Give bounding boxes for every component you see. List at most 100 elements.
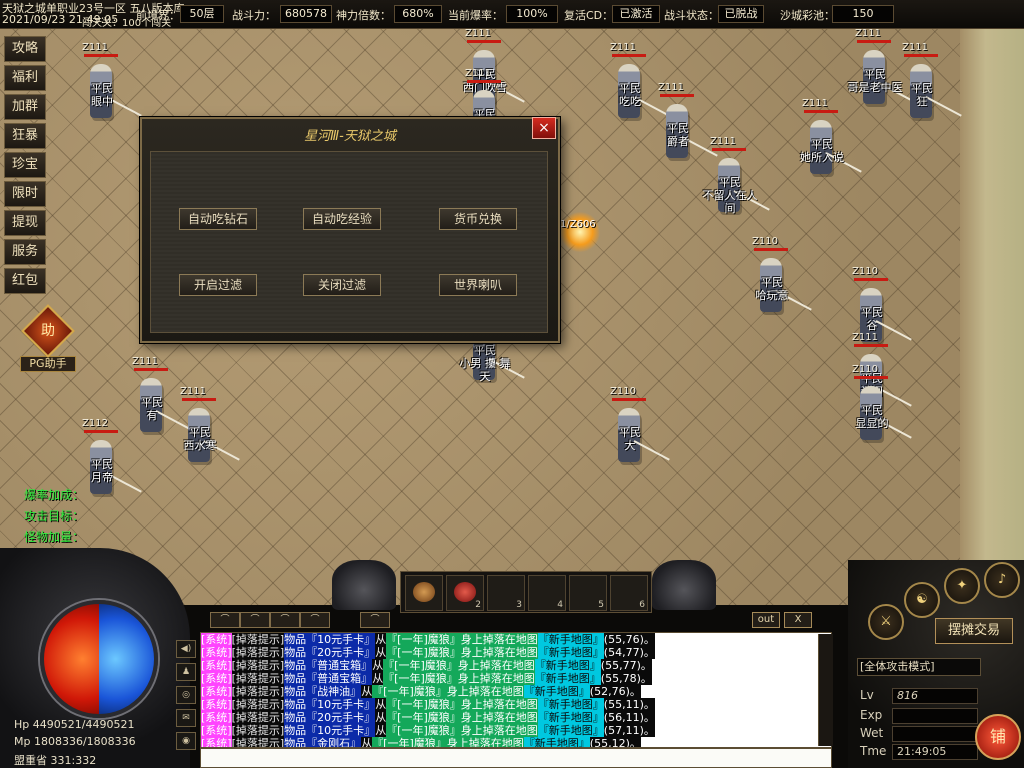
- chat-from: 从: [361, 737, 373, 748]
- group-icon[interactable]: ♟: [176, 663, 196, 681]
- belt-slot-5[interactable]: 5: [569, 575, 607, 611]
- chat-item: 物品『10元手卡』: [284, 724, 376, 737]
- chat-from: 从: [372, 672, 384, 685]
- stat-value-droprate: 100%: [506, 5, 558, 23]
- chat-message: [系统] [掉落提示] 物品『战神油』从『[一年]魔狼』身上掉落在地图 『新手地图』(…: [201, 685, 831, 698]
- npc-character[interactable]: Z111 平民 爵者: [648, 82, 718, 176]
- belt-slot-4[interactable]: 4: [528, 575, 566, 611]
- wet-label: Wet: [860, 726, 884, 740]
- npc-character[interactable]: Z111 平民 不留人在人间: [700, 136, 770, 230]
- stat-value-power: 680578: [280, 5, 332, 23]
- npc-character[interactable]: Z111 平民 西水寒: [170, 386, 240, 480]
- mp-value: 1808336/1808336: [33, 735, 136, 748]
- npc-character[interactable]: Z110 平民 显显的: [842, 364, 912, 458]
- chat-drop: [掉落提示]: [231, 672, 285, 685]
- hp-orb-half: [44, 604, 99, 714]
- pg-helper-button[interactable]: 助 PG助手: [20, 304, 76, 372]
- chat-message: [系统] [掉落提示] 物品『20元手卡』从『[一年]魔狼』身上掉落在地图 『新手地图…: [201, 711, 831, 724]
- stat-value-multiplier: 680%: [394, 5, 442, 23]
- npc-character[interactable]: Z111 平民 她所入说: [792, 98, 862, 192]
- belt-slot-1[interactable]: [405, 575, 443, 611]
- location-readout: 盟重省 331:332: [14, 752, 96, 768]
- npc-character[interactable]: Z111 平民 眼中: [72, 42, 142, 136]
- npc-level: Z111: [465, 68, 491, 79]
- menu-join-group-button[interactable]: 加群: [4, 94, 46, 120]
- menu-berserk-button[interactable]: 狂暴: [4, 123, 46, 149]
- npc-character[interactable]: Z110 平民大: [600, 386, 670, 480]
- chat-sys: [系统]: [201, 724, 232, 737]
- auto-eat-exp-button[interactable]: 自动吃经验: [303, 208, 381, 230]
- chat-input[interactable]: [200, 748, 832, 768]
- npc-character[interactable]: Z111 平民狂: [892, 42, 962, 136]
- npc-hp-bar: [712, 148, 746, 151]
- map-coords: 331:332: [50, 754, 97, 767]
- menu-guide-button[interactable]: 攻略: [4, 36, 46, 62]
- world-horn-button[interactable]: 世界喇叭: [439, 274, 517, 296]
- chat-item: 物品『20元手卡』: [284, 646, 376, 659]
- stall-trade-button[interactable]: 摆摊交易: [935, 618, 1013, 644]
- npc-name: 平民 西水寒: [183, 426, 217, 452]
- belt-slot-6[interactable]: 6: [610, 575, 648, 611]
- star-round-icon[interactable]: ✦: [944, 568, 980, 604]
- chat-sys: [系统]: [201, 711, 232, 724]
- red-potion-icon: [454, 582, 476, 602]
- npc-level: Z110: [610, 386, 636, 397]
- chat-item: 物品『普通宝箱』: [284, 659, 373, 672]
- chat-scrollbar[interactable]: [818, 634, 833, 746]
- auto-eat-diamond-button[interactable]: 自动吃钻石: [179, 208, 257, 230]
- chat-drop: [掉落提示]: [231, 646, 285, 659]
- npc-name: 平民 月帝: [91, 458, 113, 484]
- chat-tab-4[interactable]: ⌒: [300, 612, 330, 628]
- chat-out-button[interactable]: out: [752, 612, 780, 628]
- shop-button[interactable]: 铺: [975, 714, 1021, 760]
- chat-sys: [系统]: [201, 633, 232, 646]
- currency-exchange-button[interactable]: 货币兑换: [439, 208, 517, 230]
- left-gargoyle-ornament: [332, 560, 396, 610]
- belt-slot-2[interactable]: 2: [446, 575, 484, 611]
- guild-round-icon[interactable]: ☯: [904, 582, 940, 618]
- npc-level: Z111: [180, 386, 206, 397]
- eye-icon[interactable]: ◉: [176, 732, 196, 750]
- chat-drop: [掉落提示]: [231, 737, 285, 748]
- belt-slot-3[interactable]: 3: [487, 575, 525, 611]
- chat-tab-1[interactable]: ⌒: [210, 612, 240, 628]
- chat-map: 『新手地图』: [537, 698, 604, 711]
- npc-name: 平民 哈玩意: [755, 276, 789, 302]
- disable-filter-button[interactable]: 关闭过滤: [303, 274, 381, 296]
- menu-withdraw-button[interactable]: 提现: [4, 210, 46, 236]
- chat-from: 从: [375, 646, 387, 659]
- npc-character[interactable]: Z110 平民 哈玩意: [742, 236, 812, 330]
- menu-limited-button[interactable]: 限时: [4, 181, 46, 207]
- chat-pos: (52,76)。: [589, 685, 641, 698]
- menu-redpacket-button[interactable]: 红包: [4, 268, 46, 294]
- attack-mode-selector[interactable]: [全体攻击模式]: [857, 658, 981, 676]
- whisper-icon[interactable]: ✉: [176, 709, 196, 727]
- right-gargoyle-ornament: [652, 560, 716, 610]
- stat-label-1: 前境界：: [136, 9, 180, 22]
- chat-message: [系统] [掉落提示] 物品『10元手卡』从『[一年]魔狼』身上掉落在地图 『新手地图…: [201, 724, 831, 737]
- chat-mon: 『[一年]魔狼』身上掉落在地图: [386, 633, 538, 646]
- chat-message: [系统] [掉落提示] 物品『普通宝箱』从『[一年]魔狼』身上掉落在地图 『新手地图』…: [201, 659, 831, 672]
- skill-round-icon[interactable]: ⚔: [868, 604, 904, 640]
- sound-round-icon[interactable]: ♪: [984, 562, 1020, 598]
- mp-orb-half: [99, 604, 154, 714]
- menu-treasure-button[interactable]: 珍宝: [4, 152, 46, 178]
- dialog-close-button[interactable]: ×: [532, 117, 556, 139]
- drop-bonus-label: 爆率加成：: [24, 488, 85, 502]
- npc-hp-bar: [612, 54, 646, 57]
- chat-close-button[interactable]: X: [784, 612, 812, 628]
- chat-message: [系统] [掉落提示] 物品『普通宝箱』从『[一年]魔狼』身上掉落在地图 『新手地图』…: [201, 672, 831, 685]
- chat-tab-3[interactable]: ⌒: [270, 612, 300, 628]
- menu-service-button[interactable]: 服务: [4, 239, 46, 265]
- chat-log[interactable]: [系统] [掉落提示] 物品『10元手卡』从『[一年]魔狼』身上掉落在地图 『新手地图…: [200, 632, 832, 748]
- npc-name: 平民 她所入说: [800, 138, 844, 164]
- fire-label: 1/Z606: [560, 219, 596, 230]
- volume-icon[interactable]: ◀): [176, 640, 196, 658]
- guild-icon[interactable]: ◎: [176, 686, 196, 704]
- enable-filter-button[interactable]: 开启过滤: [179, 274, 257, 296]
- chat-pos: (56,11)。: [603, 711, 655, 724]
- chat-pos: (55,12)。: [589, 737, 641, 748]
- chat-tab-2[interactable]: ⌒: [240, 612, 270, 628]
- menu-welfare-button[interactable]: 福利: [4, 65, 46, 91]
- chat-tab-5[interactable]: ⌒: [360, 612, 390, 628]
